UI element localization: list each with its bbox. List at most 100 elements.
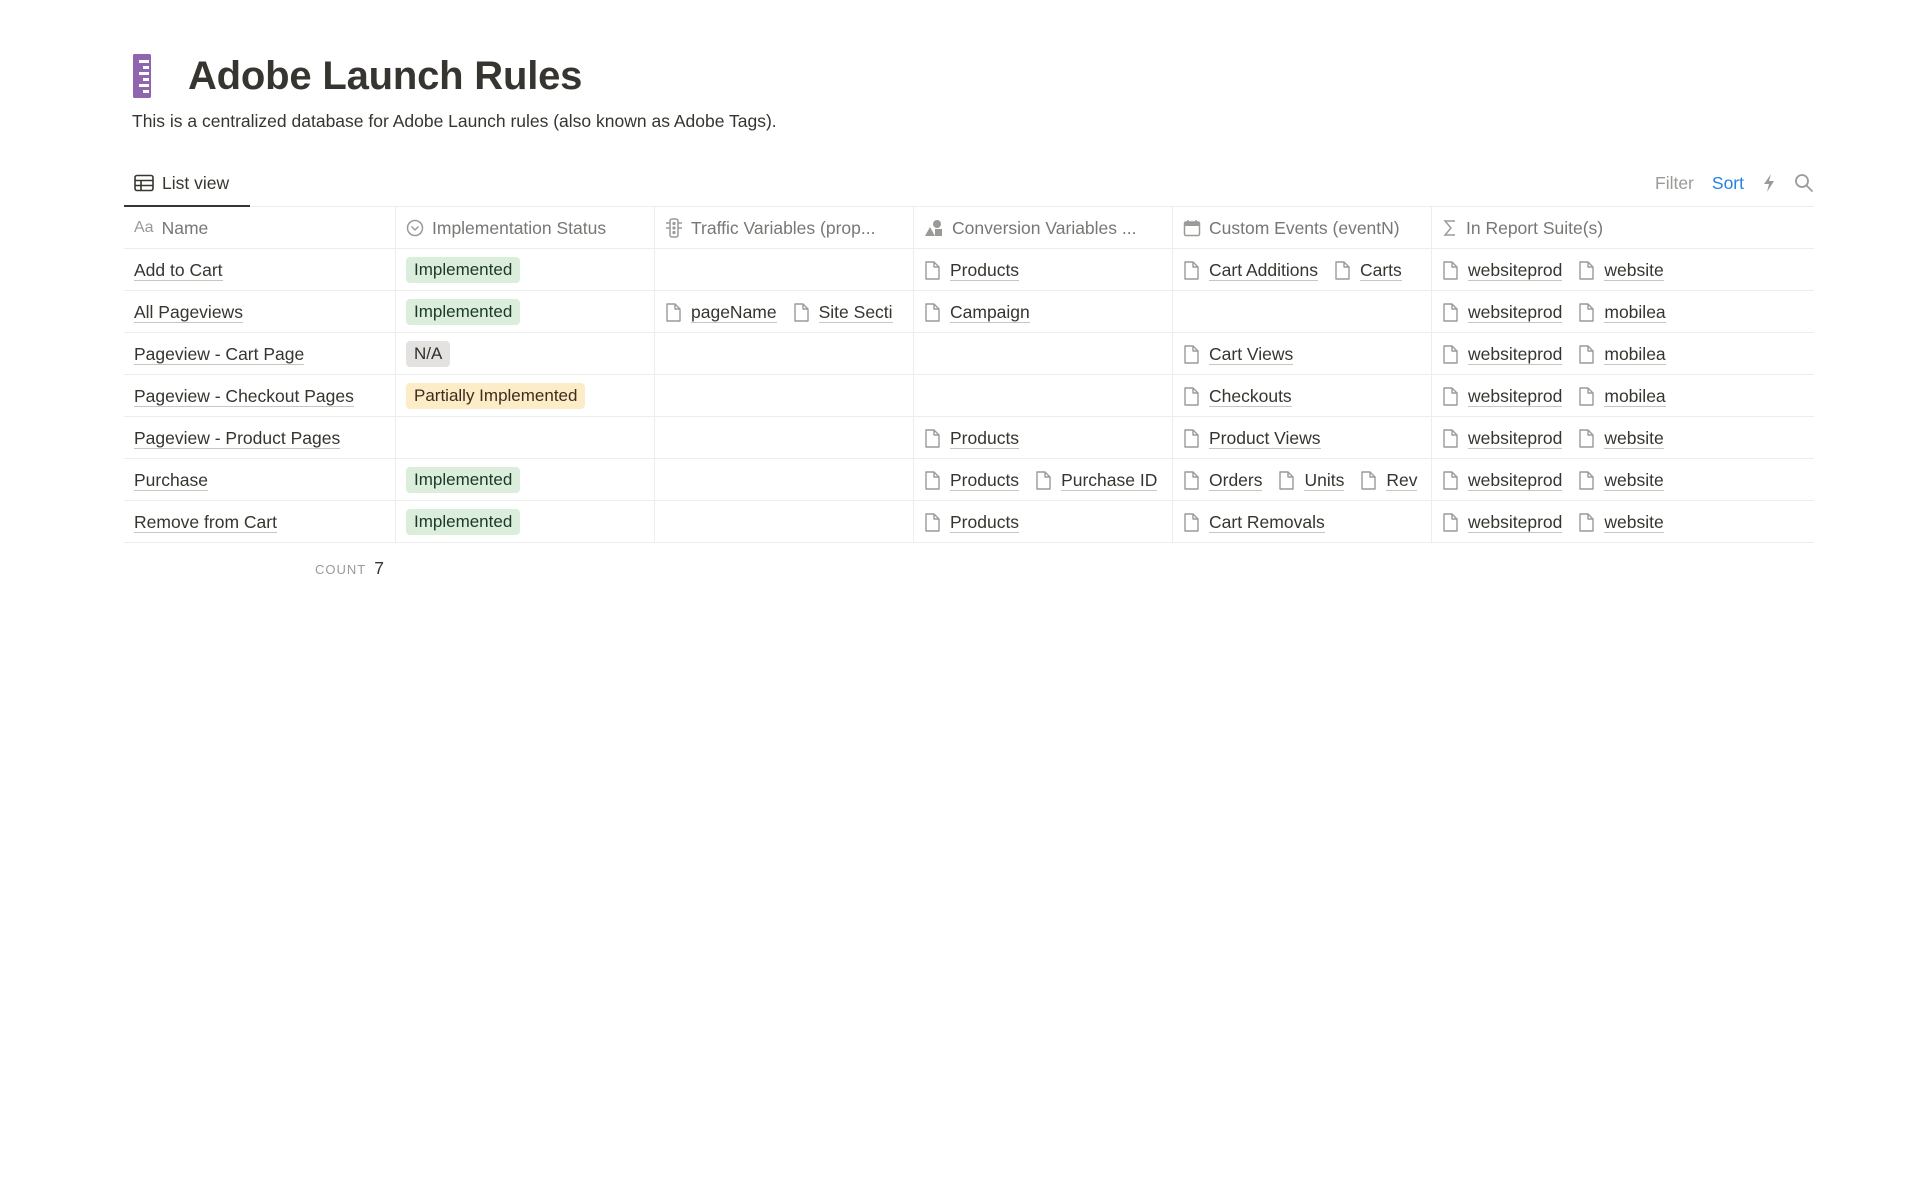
suites-cell[interactable]: websiteprod website bbox=[1431, 501, 1814, 543]
table-row[interactable]: Remove from Cart Implemented Products Cart … bbox=[124, 501, 1814, 543]
rule-name[interactable]: Remove from Cart bbox=[134, 512, 277, 533]
relation-link[interactable]: Campaign bbox=[924, 302, 1030, 323]
page-title[interactable]: Adobe Launch Rules bbox=[188, 54, 582, 99]
events-cell[interactable]: Product Views bbox=[1172, 417, 1431, 459]
sort-button[interactable]: Sort bbox=[1712, 173, 1744, 194]
status-cell[interactable]: N/A bbox=[395, 333, 654, 375]
lightning-icon[interactable] bbox=[1762, 173, 1776, 193]
status-cell[interactable]: Implemented bbox=[395, 459, 654, 501]
events-cell[interactable]: Checkouts bbox=[1172, 375, 1431, 417]
events-cell[interactable]: Cart Views bbox=[1172, 333, 1431, 375]
relation-link[interactable]: website bbox=[1578, 512, 1664, 533]
relation-link[interactable]: Products bbox=[924, 470, 1020, 491]
status-cell[interactable]: Implemented bbox=[395, 249, 654, 291]
relation-link[interactable]: Products bbox=[924, 428, 1020, 449]
relation-link[interactable]: Checkouts bbox=[1183, 386, 1292, 407]
name-cell[interactable]: Pageview - Cart Page bbox=[124, 333, 395, 375]
count-summary[interactable]: COUNT 7 bbox=[315, 558, 384, 579]
rule-name[interactable]: Pageview - Cart Page bbox=[134, 344, 305, 365]
rule-name[interactable]: Add to Cart bbox=[134, 260, 223, 281]
relation-link[interactable]: websiteprod bbox=[1442, 386, 1563, 407]
table-row[interactable]: All Pageviews Implemented pageName Site Sec… bbox=[124, 291, 1814, 333]
ruler-icon[interactable] bbox=[124, 51, 160, 101]
search-icon[interactable] bbox=[1794, 173, 1814, 193]
relation-link[interactable]: website bbox=[1578, 428, 1664, 449]
relation-link[interactable]: website bbox=[1578, 470, 1664, 491]
conversion-cell[interactable]: Products bbox=[913, 501, 1172, 543]
column-header-events[interactable]: Custom Events (eventN) bbox=[1172, 207, 1431, 249]
rule-name[interactable]: Pageview - Product Pages bbox=[134, 428, 341, 449]
traffic-cell[interactable] bbox=[654, 249, 913, 291]
conversion-cell[interactable] bbox=[913, 375, 1172, 417]
status-cell[interactable]: Implemented bbox=[395, 501, 654, 543]
status-cell[interactable]: Implemented bbox=[395, 291, 654, 333]
column-header-traffic[interactable]: Traffic Variables (prop... bbox=[654, 207, 913, 249]
relation-link[interactable]: Products bbox=[924, 512, 1020, 533]
traffic-cell[interactable] bbox=[654, 417, 913, 459]
relation-link[interactable]: websiteprod bbox=[1442, 470, 1563, 491]
column-header-conversion[interactable]: Conversion Variables ... bbox=[913, 207, 1172, 249]
table-row[interactable]: Pageview - Cart Page N/A Cart Views website… bbox=[124, 333, 1814, 375]
conversion-cell[interactable]: Products bbox=[913, 417, 1172, 459]
conversion-cell[interactable] bbox=[913, 333, 1172, 375]
events-cell[interactable]: Cart Removals bbox=[1172, 501, 1431, 543]
column-header-suites[interactable]: In Report Suite(s) bbox=[1431, 207, 1814, 249]
column-header-status[interactable]: Implementation Status bbox=[395, 207, 654, 249]
suites-cell[interactable]: websiteprod mobilea bbox=[1431, 333, 1814, 375]
table-row[interactable]: Pageview - Product Pages Products Product … bbox=[124, 417, 1814, 459]
table-row[interactable]: Add to Cart Implemented Products Cart Addit… bbox=[124, 249, 1814, 291]
relation-link[interactable]: websiteprod bbox=[1442, 512, 1563, 533]
relation-link[interactable]: Cart Views bbox=[1183, 344, 1294, 365]
relation-link[interactable]: Site Secti bbox=[793, 302, 893, 323]
relation-link[interactable]: Cart Additions bbox=[1183, 260, 1318, 281]
rule-name[interactable]: Pageview - Checkout Pages bbox=[134, 386, 354, 407]
events-cell[interactable]: Cart Additions Carts bbox=[1172, 249, 1431, 291]
name-cell[interactable]: Purchase bbox=[124, 459, 395, 501]
traffic-cell[interactable] bbox=[654, 333, 913, 375]
relation-link[interactable]: mobilea bbox=[1578, 302, 1666, 323]
relation-link[interactable]: Carts bbox=[1334, 260, 1402, 281]
status-cell[interactable] bbox=[395, 417, 654, 459]
table-row[interactable]: Pageview - Checkout Pages Partially Imple… bbox=[124, 375, 1814, 417]
relation-link[interactable]: websiteprod bbox=[1442, 302, 1563, 323]
suites-cell[interactable]: websiteprod website bbox=[1431, 417, 1814, 459]
conversion-cell[interactable]: Products Purchase ID bbox=[913, 459, 1172, 501]
tab-list-view[interactable]: List view bbox=[124, 160, 241, 206]
traffic-cell[interactable] bbox=[654, 375, 913, 417]
relation-link[interactable]: mobilea bbox=[1578, 386, 1666, 407]
relation-link[interactable]: websiteprod bbox=[1442, 260, 1563, 281]
events-cell[interactable] bbox=[1172, 291, 1431, 333]
traffic-cell[interactable] bbox=[654, 459, 913, 501]
name-cell[interactable]: Pageview - Product Pages bbox=[124, 417, 395, 459]
conversion-cell[interactable]: Campaign bbox=[913, 291, 1172, 333]
relation-link[interactable]: websiteprod bbox=[1442, 344, 1563, 365]
traffic-cell[interactable] bbox=[654, 501, 913, 543]
filter-button[interactable]: Filter bbox=[1655, 173, 1694, 194]
conversion-cell[interactable]: Products bbox=[913, 249, 1172, 291]
relation-link[interactable]: Orders bbox=[1183, 470, 1263, 491]
relation-link[interactable]: websiteprod bbox=[1442, 428, 1563, 449]
relation-link[interactable]: Product Views bbox=[1183, 428, 1321, 449]
column-header-name[interactable]: Aa Name bbox=[124, 207, 395, 249]
page-description[interactable]: This is a centralized database for Adobe… bbox=[132, 111, 777, 132]
status-cell[interactable]: Partially Implemented bbox=[395, 375, 654, 417]
name-cell[interactable]: Add to Cart bbox=[124, 249, 395, 291]
rule-name[interactable]: All Pageviews bbox=[134, 302, 243, 323]
relation-link[interactable]: Purchase ID bbox=[1035, 470, 1158, 491]
relation-link[interactable]: Cart Removals bbox=[1183, 512, 1325, 533]
name-cell[interactable]: All Pageviews bbox=[124, 291, 395, 333]
name-cell[interactable]: Pageview - Checkout Pages bbox=[124, 375, 395, 417]
name-cell[interactable]: Remove from Cart bbox=[124, 501, 395, 543]
relation-link[interactable]: Rev bbox=[1360, 470, 1418, 491]
table-row[interactable]: Purchase Implemented Products Purchase ID Or… bbox=[124, 459, 1814, 501]
events-cell[interactable]: Orders Units Rev bbox=[1172, 459, 1431, 501]
relation-link[interactable]: website bbox=[1578, 260, 1664, 281]
suites-cell[interactable]: websiteprod mobilea bbox=[1431, 375, 1814, 417]
suites-cell[interactable]: websiteprod website bbox=[1431, 459, 1814, 501]
traffic-cell[interactable]: pageName Site Secti bbox=[654, 291, 913, 333]
suites-cell[interactable]: websiteprod mobilea bbox=[1431, 291, 1814, 333]
relation-link[interactable]: pageName bbox=[665, 302, 777, 323]
relation-link[interactable]: mobilea bbox=[1578, 344, 1666, 365]
relation-link[interactable]: Products bbox=[924, 260, 1020, 281]
relation-link[interactable]: Units bbox=[1278, 470, 1345, 491]
